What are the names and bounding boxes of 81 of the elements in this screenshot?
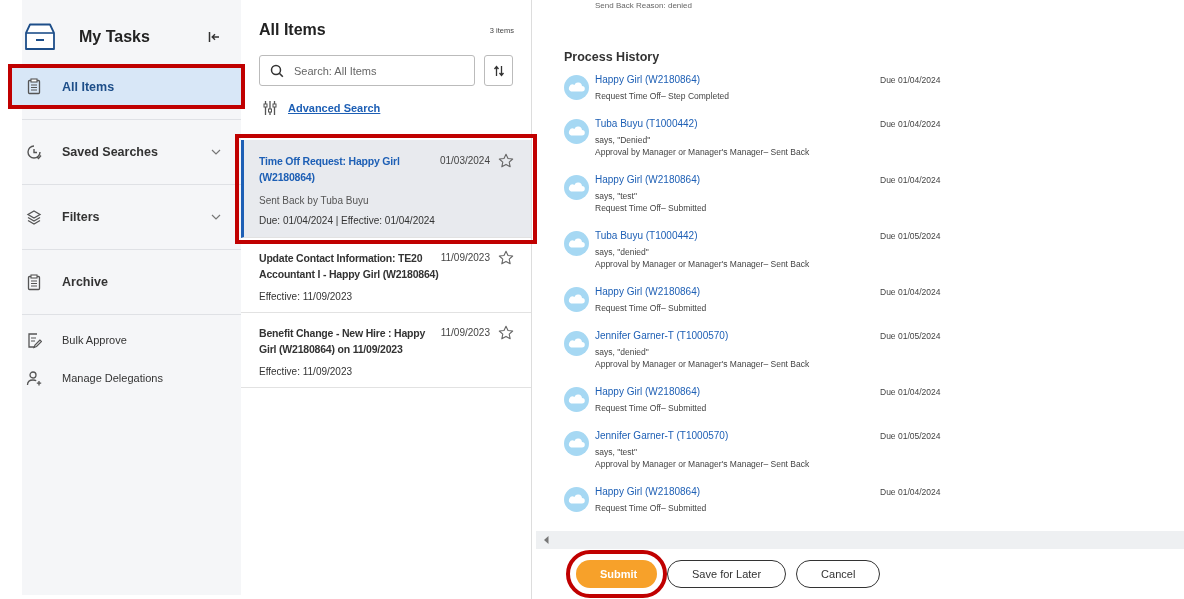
avatar-cloud-icon [564, 231, 589, 256]
person-link[interactable]: Happy Girl (W2180864) [595, 485, 880, 499]
sort-arrows-icon [492, 64, 505, 77]
avatar-cloud-icon [564, 331, 589, 356]
step-text: Request Time Off– Submitted [595, 402, 708, 414]
step-text: Request Time Off– Submitted [595, 302, 708, 314]
task-date: 11/09/2023 [440, 326, 490, 340]
due-date: Due 01/04/2024 [880, 174, 941, 187]
sort-button[interactable] [484, 55, 513, 86]
star-icon[interactable] [498, 325, 514, 341]
person-link[interactable]: Tuba Buyu (T1000442) [595, 229, 880, 243]
due-date: Due 01/04/2024 [880, 386, 941, 399]
person-link[interactable]: Tuba Buyu (T1000442) [595, 117, 880, 131]
task-subtitle: Sent Back by Tuba Buyu [259, 195, 370, 206]
due-date: Due 01/04/2024 [880, 486, 941, 499]
person-link[interactable]: Jennifer Garner-T (T1000570) [595, 329, 880, 343]
search-icon [270, 64, 284, 78]
task-item[interactable]: Update Contact Information: TE20 Accountant I - Happy Girl (W2180864) 11/09/2023 Effective: 11/09/2023 [241, 238, 531, 313]
clock-icon [26, 143, 42, 161]
task-title: Update Contact Information: TE20 Accountant I - Happy Girl (W2180864) [259, 251, 440, 282]
sidebar-item[interactable]: Bulk Approve [22, 321, 241, 359]
list-title: All Items [259, 21, 326, 39]
task-title: Benefit Change - New Hire : Happy Girl (W2180864) on 11/09/2023 [259, 326, 427, 357]
person-link[interactable]: Jennifer Garner-T (T1000570) [595, 429, 880, 443]
action-button[interactable]: Save for Later [667, 560, 787, 588]
person-link[interactable]: Happy Girl (W2180864) [595, 173, 880, 187]
person-link[interactable]: Happy Girl (W2180864) [595, 285, 880, 299]
comment-text: says, "denied" [595, 346, 650, 358]
step-text: Approval by Manager or Manager's Manager– Sent Back [595, 258, 811, 270]
person-link[interactable]: Happy Girl (W2180864) [595, 73, 880, 87]
sidebar-item[interactable]: Archive [22, 249, 241, 315]
task-dates: Effective: 11/09/2023 [259, 291, 354, 302]
scroll-left-icon [544, 536, 549, 544]
due-date: Due 01/05/2024 [880, 330, 941, 343]
collapse-icon [208, 31, 220, 43]
sliders-icon [263, 100, 277, 116]
advanced-search-link[interactable]: Advanced Search [288, 102, 381, 114]
person-link[interactable]: Happy Girl (W2180864) [595, 385, 880, 399]
search-field[interactable]: Search: All Items [259, 55, 475, 86]
avatar-cloud-icon [564, 175, 589, 200]
section-title: Process History [564, 50, 661, 64]
avatar-cloud-icon [564, 119, 589, 144]
person-add-icon [26, 369, 42, 387]
step-text: Request Time Off– Submitted [595, 502, 708, 514]
document-edit-icon [26, 331, 42, 349]
step-text: Approval by Manager or Manager's Manager– Sent Back [595, 458, 811, 470]
task-date: 11/09/2023 [440, 251, 490, 265]
layers-icon [26, 208, 42, 226]
avatar-cloud-icon [564, 287, 589, 312]
due-date: Due 01/04/2024 [880, 286, 941, 299]
star-icon[interactable] [498, 153, 514, 169]
task-date: 01/03/2024 [439, 154, 490, 168]
step-text: Approval by Manager or Manager's Manager– Sent Back [595, 358, 811, 370]
star-icon[interactable] [498, 250, 514, 266]
due-date: Due 01/05/2024 [880, 430, 941, 443]
sidebar-title: My Tasks [79, 28, 151, 46]
step-text: Request Time Off– Step Completed [595, 90, 731, 102]
sidebar-item[interactable]: All Items [8, 64, 245, 109]
avatar-cloud-icon [564, 387, 589, 412]
due-date: Due 01/04/2024 [880, 74, 941, 87]
task-dates: Effective: 11/09/2023 [259, 366, 354, 377]
comment-text: says, "denied" [595, 246, 650, 258]
task-title: Time Off Request: Happy Girl (W2180864) [259, 154, 401, 185]
due-date: Due 01/05/2024 [880, 230, 941, 243]
sidebar-item[interactable]: Manage Delegations [22, 359, 241, 397]
step-text: Approval by Manager or Manager's Manager– Sent Back [595, 146, 811, 158]
comment-text: says, "test" [595, 190, 638, 202]
action-button[interactable]: Cancel [796, 560, 881, 588]
task-item[interactable]: Benefit Change - New Hire : Happy Girl (W2180864) on 11/09/2023 11/09/2023 Effective: 11/09/2023 [241, 313, 531, 388]
avatar-cloud-icon [564, 431, 589, 456]
avatar-cloud-icon [564, 487, 589, 512]
send-back-reason: Send Back Reason: denied [594, 1, 693, 11]
avatar-cloud-icon [564, 75, 589, 100]
due-date: Due 01/04/2024 [880, 118, 941, 131]
comment-text: says, "test" [595, 446, 638, 458]
step-text: Request Time Off– Submitted [595, 202, 708, 214]
task-dates: Due: 01/04/2024 | Effective: 01/04/2024 [259, 215, 436, 226]
clipboard-icon [26, 273, 42, 291]
comment-text: says, "Denied" [595, 134, 652, 146]
horizontal-scrollbar[interactable] [536, 531, 1184, 549]
clipboard-icon [26, 78, 42, 95]
